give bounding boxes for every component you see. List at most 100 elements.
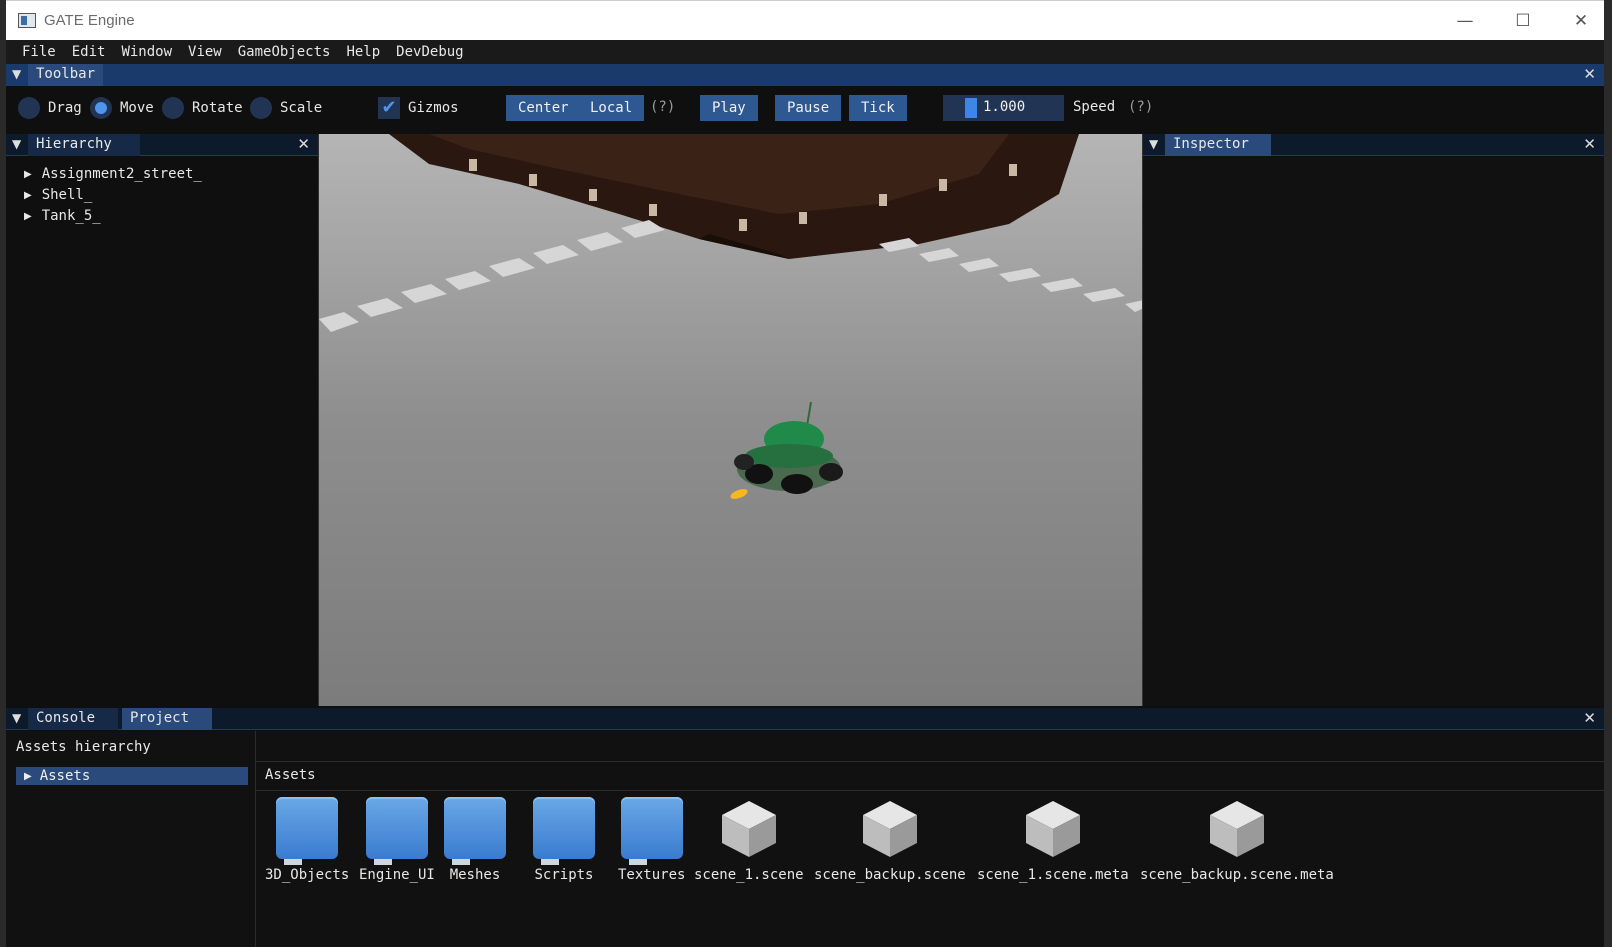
collapse-arrow-icon[interactable]: ▼	[12, 67, 21, 81]
window-title: GATE Engine	[44, 12, 135, 29]
asset-label: Engine_UI	[359, 867, 435, 883]
collapse-arrow-icon[interactable]: ▼	[12, 711, 21, 725]
scene-render	[319, 134, 1142, 706]
asset-file[interactable]: scene_backup.scene.meta	[1140, 797, 1334, 883]
asset-label: Textures	[618, 867, 686, 883]
collapse-arrow-icon[interactable]: ▼	[1149, 137, 1158, 151]
menu-file[interactable]: File	[14, 44, 64, 60]
radio-icon	[18, 97, 40, 119]
app-icon	[18, 13, 36, 28]
hierarchy-item[interactable]: ▶ Shell_	[24, 185, 92, 205]
folder-icon	[533, 797, 595, 865]
radio-scale[interactable]: Scale	[250, 97, 322, 119]
assets-path: Assets	[265, 767, 316, 783]
inspector-panel	[1143, 156, 1604, 706]
hierarchy-item-label: Tank_5_	[41, 208, 101, 224]
help-marker[interactable]: (?)	[1128, 99, 1153, 115]
pause-button[interactable]: Pause	[775, 95, 842, 121]
radio-icon	[250, 97, 272, 119]
speed-value: 1.000	[983, 99, 1026, 115]
tab-project[interactable]: Project	[122, 708, 212, 730]
menu-gameobjects[interactable]: GameObjects	[230, 44, 339, 60]
tab-console[interactable]: Console	[28, 708, 118, 730]
folder-icon	[365, 797, 428, 865]
scene-file-icon	[862, 801, 917, 857]
tab-hierarchy[interactable]: Hierarchy	[28, 134, 140, 156]
local-button[interactable]: Local	[578, 95, 645, 121]
project-panel: Assets hierarchy ▶ Assets Assets 3D_Obje…	[6, 731, 1604, 947]
menu-edit[interactable]: Edit	[64, 44, 114, 60]
title-bar: GATE Engine — ☐ ✕	[6, 0, 1604, 40]
close-panel-icon[interactable]: ✕	[1583, 65, 1596, 83]
gizmos-label: Gizmos	[408, 100, 459, 116]
slider-grab[interactable]	[965, 98, 977, 118]
asset-label: 3D_Objects	[265, 867, 350, 883]
folder-icon	[620, 797, 683, 865]
asset-folder[interactable]: Meshes	[444, 797, 506, 883]
hierarchy-panel-header: ▼ Hierarchy ✕	[6, 134, 318, 156]
divider	[256, 790, 1604, 791]
expand-arrow-icon[interactable]: ▶	[24, 771, 32, 782]
asset-file[interactable]: scene_1.scene	[694, 797, 804, 883]
close-panel-icon[interactable]: ✕	[1583, 135, 1596, 153]
bottom-panel-header: ▼ Console Project ✕	[6, 708, 1604, 730]
asset-label: Scripts	[534, 867, 594, 883]
asset-folder[interactable]: 3D_Objects	[265, 797, 349, 883]
hierarchy-item[interactable]: ▶ Tank_5_	[24, 206, 101, 226]
asset-label: scene_1.scene	[694, 867, 804, 883]
close-panel-icon[interactable]: ✕	[297, 135, 310, 153]
maximize-button[interactable]: ☐	[1494, 1, 1552, 41]
asset-label: scene_1.scene.meta	[977, 867, 1129, 883]
center-button[interactable]: Center	[506, 95, 581, 121]
assets-tree-label: Assets	[39, 768, 91, 784]
close-window-button[interactable]: ✕	[1552, 1, 1604, 41]
folder-icon	[444, 797, 506, 865]
assets-tree-root[interactable]: ▶ Assets	[16, 767, 248, 785]
expand-arrow-icon[interactable]: ▶	[24, 169, 32, 180]
hierarchy-item[interactable]: ▶ Assignment2_street_	[24, 164, 202, 184]
menu-devdebug[interactable]: DevDebug	[388, 44, 471, 60]
hierarchy-item-label: Shell_	[41, 187, 93, 203]
menu-help[interactable]: Help	[338, 44, 388, 60]
scene-file-icon	[721, 801, 776, 857]
menu-bar: File Edit Window View GameObjects Help D…	[6, 40, 1604, 64]
asset-folder[interactable]: Textures	[618, 797, 685, 883]
asset-label: scene_backup.scene.meta	[1140, 867, 1334, 883]
toolbar: Drag Move Rotate Scale ✔ Gizmos Center L…	[6, 86, 1604, 132]
radio-icon	[162, 97, 184, 119]
radio-selected-icon	[90, 97, 112, 119]
scene-viewport[interactable]	[318, 134, 1143, 706]
folder-icon	[276, 797, 339, 865]
asset-folder[interactable]: Scripts	[533, 797, 595, 883]
divider	[256, 761, 1604, 762]
asset-folder[interactable]: Engine_UI	[359, 797, 435, 883]
meta-file-icon	[1209, 801, 1264, 857]
assets-hierarchy-label: Assets hierarchy	[16, 739, 151, 755]
hierarchy-item-label: Assignment2_street_	[41, 166, 202, 182]
help-marker[interactable]: (?)	[650, 99, 675, 115]
expand-arrow-icon[interactable]: ▶	[24, 211, 32, 222]
radio-drag[interactable]: Drag	[18, 97, 82, 119]
tab-inspector[interactable]: Inspector	[1165, 134, 1271, 156]
inspector-panel-header: ▼ Inspector ✕	[1143, 134, 1604, 156]
gizmos-checkbox[interactable]: ✔ Gizmos	[378, 97, 459, 119]
asset-file[interactable]: scene_backup.scene	[814, 797, 966, 883]
radio-label: Rotate	[192, 100, 243, 116]
app-window: GATE Engine — ☐ ✕ File Edit Window View …	[6, 0, 1604, 947]
radio-rotate[interactable]: Rotate	[162, 97, 243, 119]
minimize-button[interactable]: —	[1436, 1, 1494, 41]
play-button[interactable]: Play	[700, 95, 758, 121]
menu-view[interactable]: View	[180, 44, 230, 60]
close-panel-icon[interactable]: ✕	[1583, 709, 1596, 727]
menu-window[interactable]: Window	[113, 44, 180, 60]
radio-move[interactable]: Move	[90, 97, 154, 119]
expand-arrow-icon[interactable]: ▶	[24, 190, 32, 201]
tab-toolbar[interactable]: Toolbar	[28, 64, 104, 86]
asset-file[interactable]: scene_1.scene.meta	[977, 797, 1129, 883]
speed-slider[interactable]: 1.000	[943, 95, 1064, 121]
checkmark-icon: ✔	[378, 97, 400, 119]
radio-label: Drag	[48, 100, 82, 116]
toolbar-panel-header: ▼ Toolbar ✕	[6, 64, 1604, 86]
tick-button[interactable]: Tick	[849, 95, 907, 121]
collapse-arrow-icon[interactable]: ▼	[12, 137, 21, 151]
